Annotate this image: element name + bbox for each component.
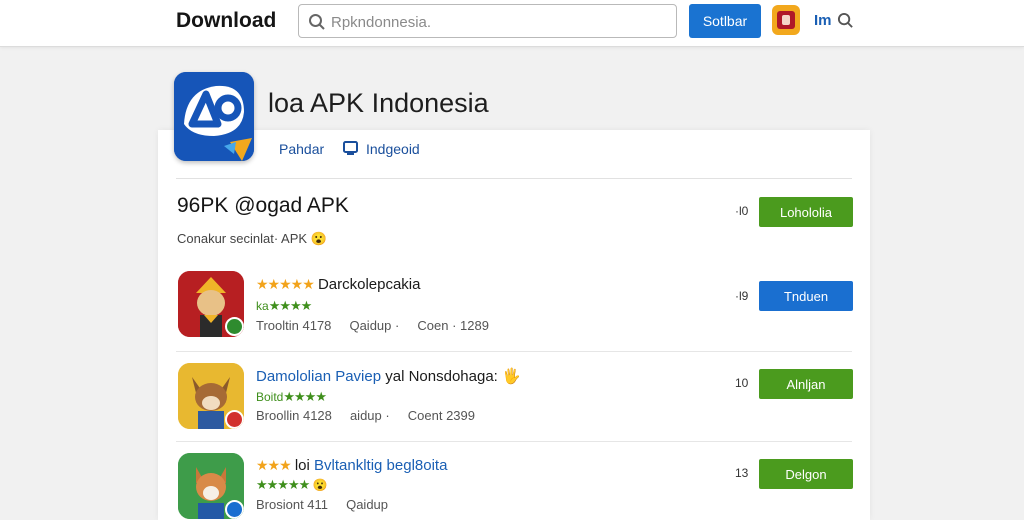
row-divider [176, 351, 852, 352]
search-input[interactable] [329, 11, 663, 33]
section-count: ·l0 [735, 204, 749, 218]
list-item-meta: Brosiont 411 Qaidup [256, 497, 388, 512]
item-download-button[interactable]: Alnljan [759, 369, 853, 399]
meta-size: Qaidup [346, 497, 389, 512]
item-count: 10 [735, 376, 749, 390]
header-divider [176, 178, 852, 179]
list-item-rating: Boitd★★★★ [256, 389, 327, 405]
rating-stars-icon: ★★★★★ [256, 276, 315, 292]
badge-icon [225, 500, 244, 519]
surprised-emoji-icon: 😮 [312, 478, 328, 492]
meta-version: Broollin 4128 [256, 408, 332, 423]
surprised-emoji-icon: 😮 [310, 231, 327, 246]
language-link[interactable]: Im [814, 12, 832, 29]
user-avatar[interactable] [772, 5, 800, 35]
list-item-title[interactable]: ★★★ loi Bvltankltig begl8oita [256, 457, 447, 474]
list-item-meta: Trooltin 4178 Qaidup · Coen · 1289 [256, 318, 489, 333]
list-item-title[interactable]: Damololian Paviep yal Nonsdohaga: 🖐 [256, 367, 521, 385]
app-thumbnail-dog[interactable] [178, 453, 244, 519]
item-download-button[interactable]: Tnduen [759, 281, 853, 311]
search-button[interactable]: Sotlbar [689, 4, 761, 38]
item-count: ·l9 [735, 289, 749, 303]
green-stars-icon: ★★★★ [268, 298, 313, 313]
search-icon [309, 14, 325, 30]
section-title: 96PK @ogad APK [177, 194, 349, 217]
meta-version: Trooltin 4178 [256, 318, 332, 333]
list-item-name: loi [294, 457, 310, 474]
top-bar: Download Sotlbar Im [0, 0, 1024, 47]
meta-size: Qaidup · [349, 318, 400, 333]
search-icon[interactable] [837, 12, 854, 29]
badge-icon [225, 410, 244, 429]
meta-version: Brosiont 411 [256, 497, 329, 512]
list-item-name-link: Bvltankltig begl8oita [314, 457, 448, 474]
hand-icon: 🖐 [502, 368, 521, 385]
site-brand[interactable]: Download [176, 9, 276, 33]
item-count: 13 [735, 466, 749, 480]
badge-icon [225, 317, 244, 336]
rating-label: ka [256, 299, 269, 313]
list-item-rating: ★★★★★ 😮 [256, 477, 328, 493]
monitor-icon [343, 141, 358, 155]
rating-stars-icon: ★★★ [256, 457, 292, 473]
meta-count: Coen · 1289 [417, 318, 489, 333]
meta-size: aidup · [349, 408, 390, 423]
green-stars-icon: ★★★★ [283, 389, 327, 404]
avatar-image [777, 11, 795, 29]
list-item-name: Darckolepcakia [317, 276, 421, 293]
section-download-button[interactable]: Lohololia [759, 197, 853, 227]
rating-label: Boitd [256, 390, 284, 404]
app-logo-icon [174, 72, 254, 161]
app-thumbnail-fox[interactable] [178, 363, 244, 429]
section-subtitle: Conakur secinlat· APK 😮 [177, 231, 327, 247]
list-item-meta: Broollin 4128 aidup · Coent 2399 [256, 408, 475, 423]
list-item-name-link: Damololian Paviep [256, 368, 382, 385]
section-subtitle-text: Conakur secinlat· APK [177, 231, 308, 246]
search-box[interactable] [298, 4, 677, 38]
list-item-rating: ka★★★★ [256, 298, 313, 314]
list-item-title[interactable]: ★★★★★ Darckolepcakia [256, 276, 420, 293]
tab-second[interactable]: Indgeoid [366, 141, 420, 157]
row-divider [176, 441, 852, 442]
meta-count: Coent 2399 [407, 408, 475, 423]
tab-first[interactable]: Pahdar [279, 141, 324, 157]
list-item-name: yal Nonsdohaga: [385, 368, 498, 385]
app-thumbnail-character[interactable] [178, 271, 244, 337]
green-stars-icon: ★★★★★ [256, 477, 310, 492]
item-download-button[interactable]: Delgon [759, 459, 853, 489]
app-title: loa APK Indonesia [268, 88, 489, 118]
